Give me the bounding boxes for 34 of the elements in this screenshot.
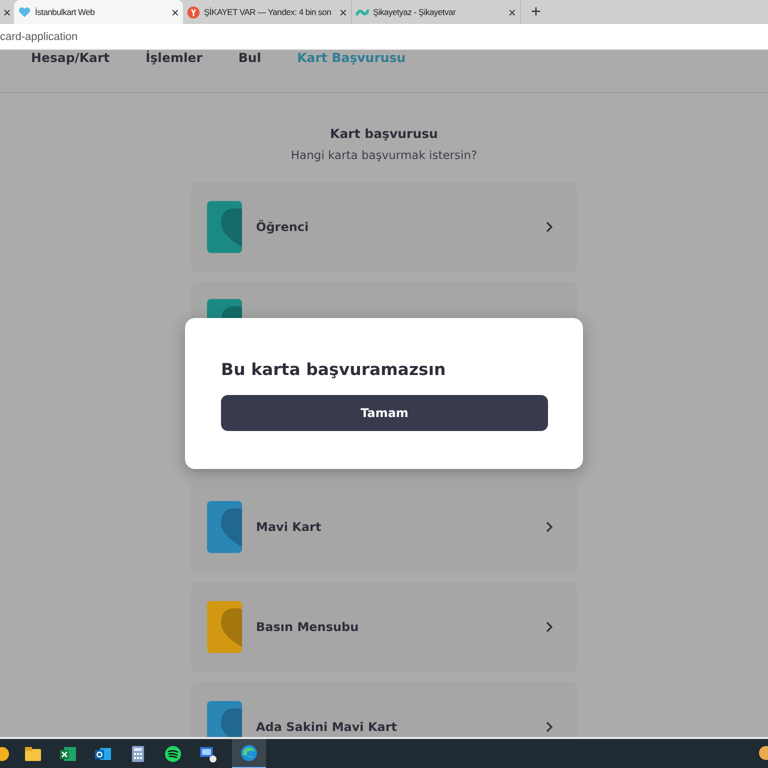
- close-tab-button[interactable]: ×: [508, 4, 516, 20]
- mail-icon[interactable]: [95, 748, 111, 760]
- browser-icon[interactable]: [241, 744, 257, 760]
- page-subtitle: Hangi karta başvurmak istersin?: [290, 148, 478, 162]
- card-label: Basın Mensubu: [256, 620, 360, 634]
- close-tab-button[interactable]: ×: [171, 4, 179, 20]
- chevron-right-icon: [545, 221, 553, 233]
- card-label: Öğrenci: [256, 220, 310, 234]
- card-label: Mavi Kart: [256, 520, 322, 534]
- folder-icon[interactable]: [25, 746, 41, 760]
- chevron-right-icon: [545, 621, 553, 633]
- card-option[interactable]: Öğrenci: [191, 182, 577, 272]
- ok-button[interactable]: Tamam: [221, 395, 548, 431]
- card-option[interactable]: Mavi Kart: [191, 482, 577, 572]
- nav-link[interactable]: Hesap/Kart: [31, 50, 110, 65]
- nav-link[interactable]: İşlemler: [146, 50, 202, 65]
- new-tab-button[interactable]: +: [521, 0, 551, 24]
- address-text[interactable]: card-application: [0, 30, 78, 42]
- heart-icon: [18, 6, 31, 18]
- browser-tab[interactable]: İstanbulkart Web ×: [14, 0, 183, 24]
- music-icon[interactable]: [165, 746, 181, 762]
- chevron-right-icon: [545, 721, 553, 733]
- dialog-title: Bu karta başvuramazsın: [221, 360, 447, 379]
- chevron-right-icon: [545, 521, 553, 533]
- close-tab-button[interactable]: ×: [339, 4, 347, 20]
- computer-icon[interactable]: [200, 746, 216, 762]
- page-heading: Kart başvurusu: [330, 126, 438, 141]
- card-option[interactable]: Ada Sakini Mavi Kart: [191, 682, 577, 737]
- calculator-icon[interactable]: [132, 746, 144, 762]
- close-tab-button[interactable]: ×: [0, 0, 14, 24]
- nav-link[interactable]: Bul: [238, 50, 262, 65]
- card-label: Ada Sakini Mavi Kart: [256, 720, 398, 734]
- spreadsheet-icon[interactable]: [60, 746, 76, 760]
- card-option[interactable]: Basın Mensubu: [191, 582, 577, 672]
